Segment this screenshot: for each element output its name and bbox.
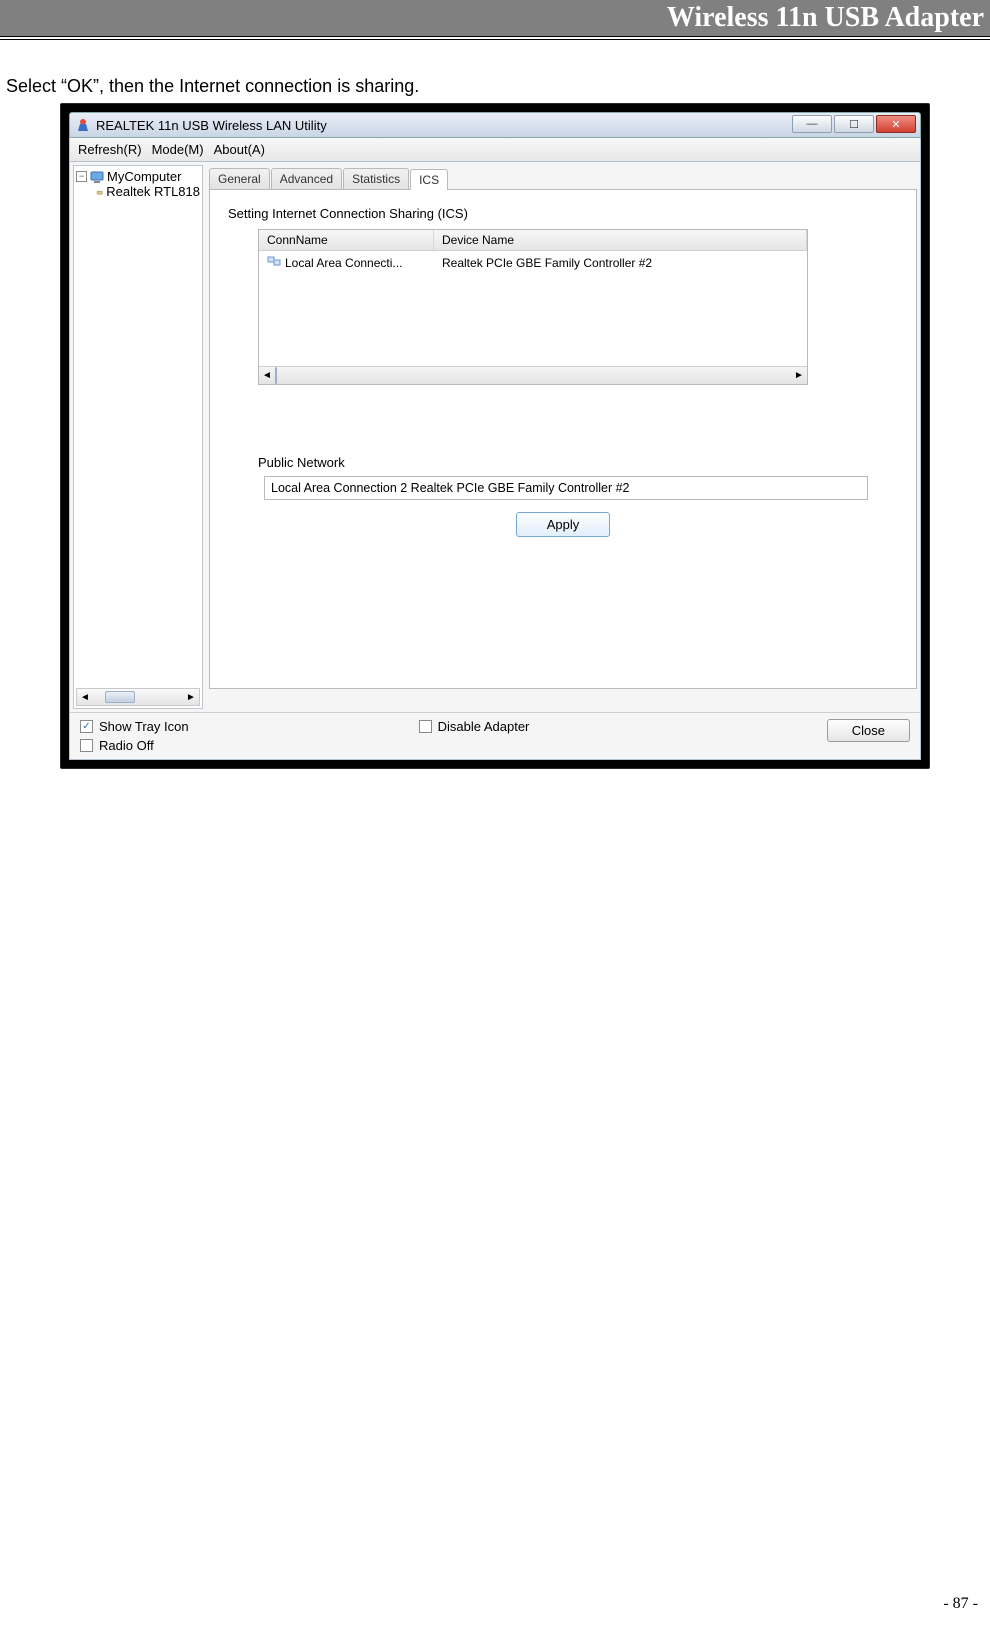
listview-hscrollbar[interactable]: ◄ ► bbox=[259, 366, 807, 384]
content-pane: General Advanced Statistics ICS Setting … bbox=[206, 162, 920, 712]
cell-connname: Local Area Connecti... bbox=[285, 256, 402, 270]
ics-heading: Setting Internet Connection Sharing (ICS… bbox=[228, 206, 898, 221]
tab-advanced[interactable]: Advanced bbox=[271, 168, 342, 189]
window-title: REALTEK 11n USB Wireless LAN Utility bbox=[96, 118, 327, 133]
computer-icon bbox=[90, 170, 104, 184]
disable-adapter-label: Disable Adapter bbox=[438, 719, 530, 734]
menu-mode[interactable]: Mode(M) bbox=[152, 142, 204, 157]
tree-child-label: Realtek RTL818 bbox=[106, 184, 200, 199]
doc-body-text: Select “OK”, then the Internet connectio… bbox=[6, 76, 990, 97]
tree-pane: − MyComputer Realtek RTL818 ◄ bbox=[73, 165, 203, 709]
menu-refresh[interactable]: Refresh(R) bbox=[78, 142, 142, 157]
tree-child-row[interactable]: Realtek RTL818 bbox=[76, 184, 200, 199]
tabstrip: General Advanced Statistics ICS bbox=[209, 165, 917, 189]
checkbox-icon bbox=[80, 739, 93, 752]
window-titlebar: REALTEK 11n USB Wireless LAN Utility — ☐… bbox=[69, 112, 921, 138]
public-network-value[interactable]: Local Area Connection 2 Realtek PCIe GBE… bbox=[264, 476, 868, 500]
radio-off-checkbox[interactable]: Radio Off bbox=[80, 738, 189, 753]
doc-header-rule bbox=[0, 36, 990, 40]
page-number: - 87 - bbox=[943, 1595, 978, 1613]
scroll-left-icon[interactable]: ◄ bbox=[77, 689, 93, 705]
cell-devicename: Realtek PCIe GBE Family Controller #2 bbox=[442, 256, 652, 270]
col-connname[interactable]: ConnName bbox=[259, 230, 434, 250]
listview-header: ConnName Device Name bbox=[259, 230, 807, 251]
app-icon bbox=[75, 117, 91, 133]
scroll-thumb[interactable] bbox=[105, 691, 135, 703]
tab-statistics[interactable]: Statistics bbox=[343, 168, 409, 189]
bottom-bar: ✓ Show Tray Icon Radio Off Disable Adapt… bbox=[70, 712, 920, 759]
doc-header-title: Wireless 11n USB Adapter bbox=[667, 2, 984, 34]
scroll-thumb[interactable] bbox=[275, 367, 277, 384]
radio-off-label: Radio Off bbox=[99, 738, 154, 753]
window-minimize-button[interactable]: — bbox=[792, 115, 832, 133]
tab-body-ics: Setting Internet Connection Sharing (ICS… bbox=[209, 189, 917, 689]
list-row[interactable]: Local Area Connecti... Realtek PCIe GBE … bbox=[259, 251, 807, 274]
window-maximize-button[interactable]: ☐ bbox=[834, 115, 874, 133]
tree-root-row[interactable]: − MyComputer bbox=[76, 169, 200, 184]
tab-general[interactable]: General bbox=[209, 168, 270, 189]
adapter-icon bbox=[96, 185, 103, 199]
doc-header: Wireless 11n USB Adapter bbox=[0, 0, 990, 36]
apply-button[interactable]: Apply bbox=[516, 512, 611, 537]
connections-listview: ConnName Device Name bbox=[258, 229, 808, 385]
scroll-left-icon[interactable]: ◄ bbox=[259, 370, 275, 381]
close-icon: ✕ bbox=[891, 118, 900, 131]
menu-about[interactable]: About(A) bbox=[214, 142, 265, 157]
minimize-icon: — bbox=[807, 118, 818, 130]
tree-root-label: MyComputer bbox=[107, 169, 181, 184]
show-tray-label: Show Tray Icon bbox=[99, 719, 189, 734]
menubar: Refresh(R) Mode(M) About(A) bbox=[69, 138, 921, 162]
window-close-button[interactable]: ✕ bbox=[876, 115, 916, 133]
tree-collapse-icon[interactable]: − bbox=[76, 171, 87, 182]
network-icon bbox=[267, 254, 281, 271]
checkbox-icon bbox=[419, 720, 432, 733]
col-devicename[interactable]: Device Name bbox=[434, 230, 807, 250]
disable-adapter-checkbox[interactable]: Disable Adapter bbox=[419, 719, 530, 734]
app-window-frame: REALTEK 11n USB Wireless LAN Utility — ☐… bbox=[60, 103, 930, 769]
public-network-label: Public Network bbox=[258, 455, 898, 470]
scroll-right-icon[interactable]: ► bbox=[183, 689, 199, 705]
tab-ics[interactable]: ICS bbox=[410, 169, 448, 190]
checkbox-icon: ✓ bbox=[80, 720, 93, 733]
show-tray-checkbox[interactable]: ✓ Show Tray Icon bbox=[80, 719, 189, 734]
tree-hscrollbar[interactable]: ◄ ► bbox=[76, 688, 200, 706]
close-button[interactable]: Close bbox=[827, 719, 910, 742]
maximize-icon: ☐ bbox=[849, 118, 859, 131]
scroll-right-icon[interactable]: ► bbox=[791, 370, 807, 381]
